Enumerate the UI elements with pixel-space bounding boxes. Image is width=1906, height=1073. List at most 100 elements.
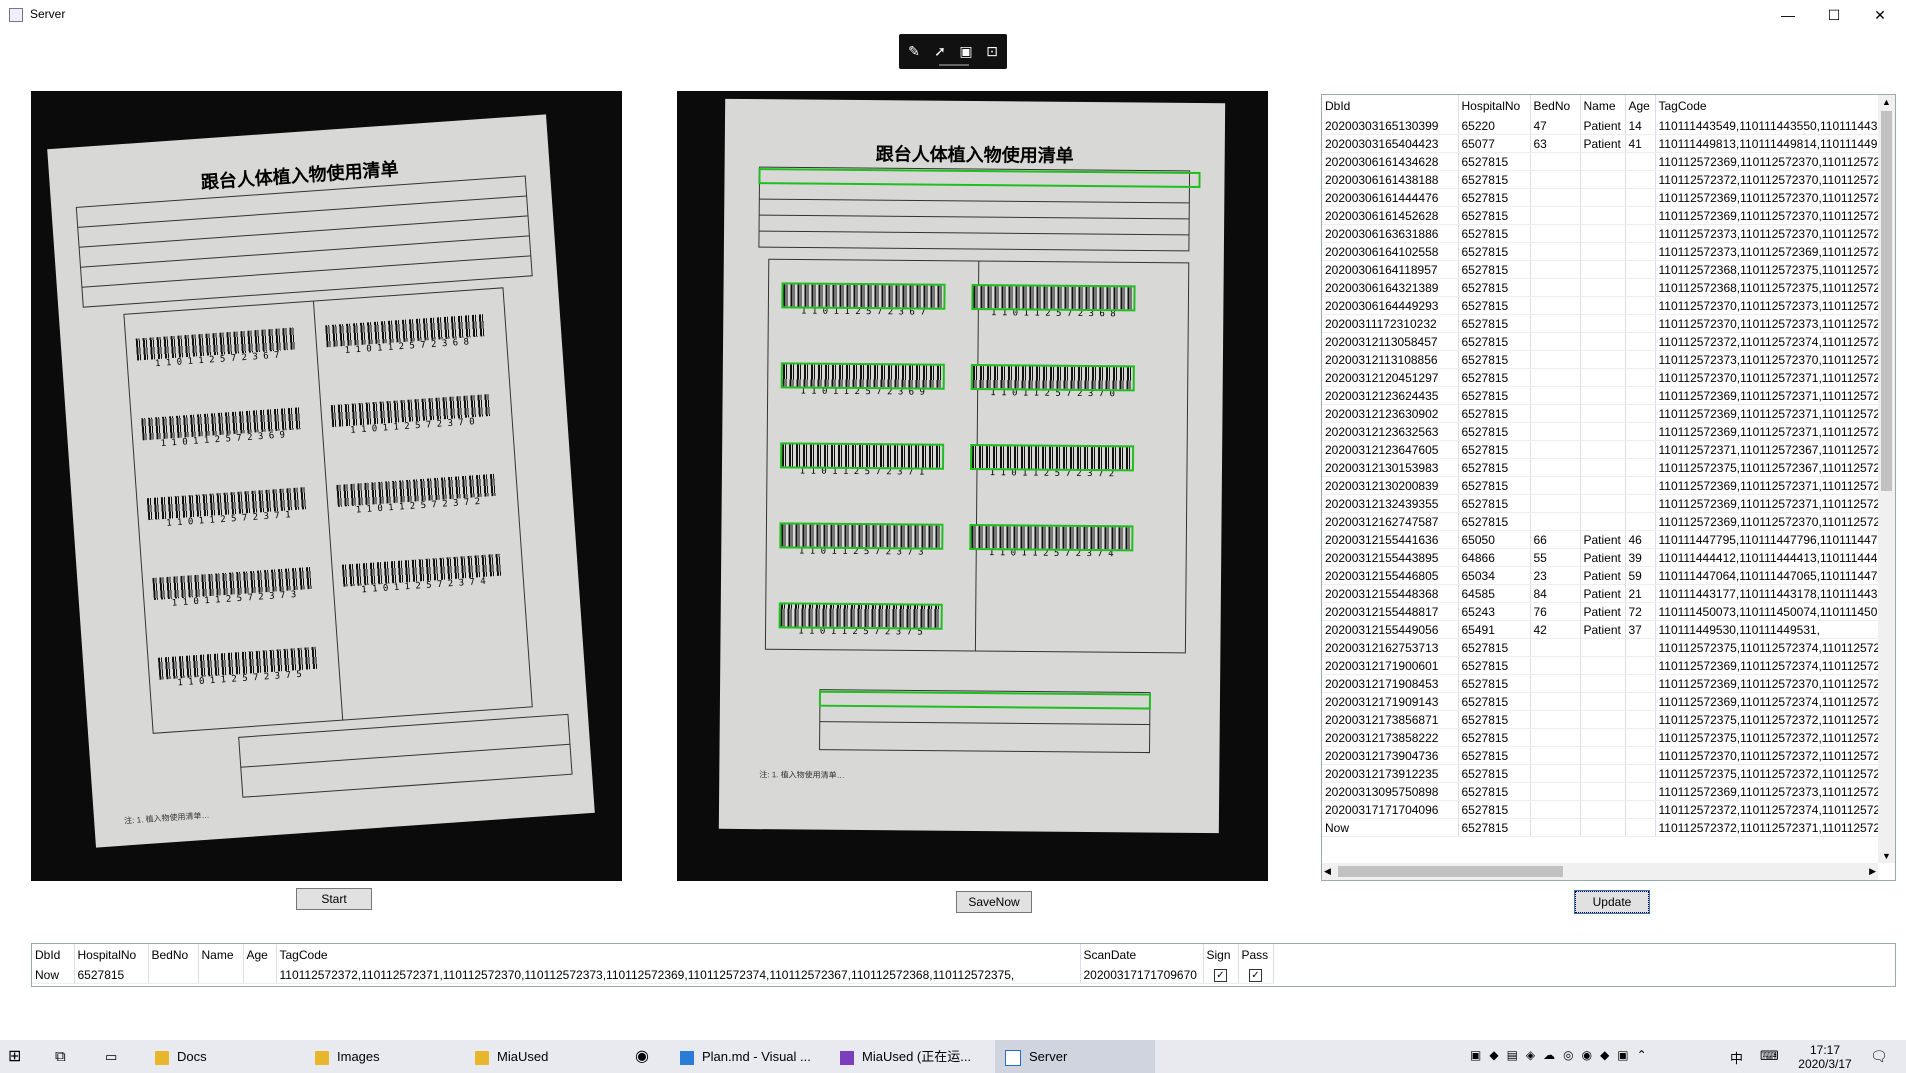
table-row[interactable]: 20200312162753713 6527815 110112572375,110… (1322, 638, 1886, 657)
table-cell[interactable]: 20200312155441636 (1322, 530, 1459, 549)
table-cell[interactable] (1580, 368, 1626, 387)
table-cell[interactable]: 20200303165404423 (1322, 134, 1459, 153)
table-cell[interactable]: 110112572369,110112572374,110112572 (1655, 692, 1886, 711)
table-cell[interactable] (1530, 422, 1581, 441)
column-header[interactable]: BedNo (148, 944, 199, 966)
table-cell[interactable]: 6527815 (1458, 728, 1531, 747)
table-cell[interactable]: 55 (1530, 548, 1581, 567)
start-button[interactable]: Start (296, 888, 372, 910)
table-cell[interactable]: 23 (1530, 566, 1581, 585)
table-cell[interactable] (1530, 512, 1581, 531)
table-cell[interactable] (1530, 458, 1581, 477)
table-cell[interactable]: 47 (1530, 117, 1581, 135)
table-row[interactable]: 20200312123630902 6527815 110112572369,110… (1322, 404, 1886, 423)
table-cell[interactable]: 110112572375,110112572367,110112572 (1655, 458, 1886, 477)
table-cell[interactable] (1625, 818, 1656, 837)
table-row[interactable]: 20200312123647605 6527815 110112572371,110… (1322, 440, 1886, 459)
table-cell[interactable]: 20200312173856871 (1322, 710, 1459, 729)
column-header[interactable]: ScanDate (1080, 944, 1204, 966)
table-cell[interactable] (1580, 350, 1626, 369)
table-cell[interactable] (1530, 152, 1581, 171)
table-cell[interactable] (1580, 818, 1626, 837)
table-row[interactable]: 20200306164102558 6527815 110112572373,110… (1322, 242, 1886, 261)
taskbar-item-docs[interactable]: Docs (155, 1040, 207, 1073)
table-row[interactable]: 20200306163631886 6527815 110112572373,110… (1322, 224, 1886, 243)
cell-tag-code[interactable]: 110112572372,110112572371,110112572370,1… (276, 966, 1081, 984)
table-cell[interactable]: 41 (1625, 134, 1656, 153)
table-row[interactable]: 20200312171909143 6527815 110112572369,110… (1322, 692, 1886, 711)
table-cell[interactable]: 59 (1625, 566, 1656, 585)
table-cell[interactable]: 110112572375,110112572372,110112572 (1655, 764, 1886, 783)
table-cell[interactable] (1530, 260, 1581, 279)
table-cell[interactable] (1625, 710, 1656, 729)
table-row[interactable]: 20200312162747587 6527815 110112572369,110… (1322, 512, 1886, 531)
pass-checkbox[interactable]: ✓ (1249, 969, 1262, 982)
table-cell[interactable]: 110112572372,110112572371,110112572 (1655, 818, 1886, 837)
minimize-button[interactable]: — (1765, 0, 1811, 30)
table-cell[interactable]: 20200306164102558 (1322, 242, 1459, 261)
table-cell[interactable]: 6527815 (1458, 296, 1531, 315)
table-cell[interactable]: 6527815 (1458, 206, 1531, 225)
table-cell[interactable]: Patient (1580, 584, 1626, 603)
table-cell[interactable]: 66 (1530, 530, 1581, 549)
table-cell[interactable]: 6527815 (1458, 332, 1531, 351)
table-cell[interactable] (1530, 728, 1581, 747)
table-cell[interactable]: 110111447064,110111447065,110111447 (1655, 566, 1886, 585)
table-cell[interactable]: 20200311172310232 (1322, 314, 1459, 333)
update-button[interactable]: Update (1574, 890, 1650, 914)
table-cell[interactable] (1580, 638, 1626, 657)
table-row[interactable]: 20200312113058457 6527815 110112572372,110… (1322, 332, 1886, 351)
table-cell[interactable]: 64866 (1458, 548, 1531, 567)
table-cell[interactable]: 110112572372,110112572370,110112572 (1655, 170, 1886, 189)
table-cell[interactable] (1625, 494, 1656, 513)
table-row[interactable]: 20200306161444476 6527815 110112572369,110… (1322, 188, 1886, 207)
table-cell[interactable] (1625, 440, 1656, 459)
table-cell[interactable] (1530, 710, 1581, 729)
table-row[interactable]: 20200312173858222 6527815 110112572375,110… (1322, 728, 1886, 747)
table-cell[interactable]: 110112572375,110112572372,110112572 (1655, 710, 1886, 729)
table-cell[interactable] (1580, 800, 1626, 819)
table-cell[interactable]: 110112572370,110112572371,110112572 (1655, 368, 1886, 387)
table-cell[interactable]: 110112572368,110112572375,110112572 (1655, 278, 1886, 297)
table-cell[interactable]: 110111449813,110111449814,110111449 (1655, 134, 1886, 153)
table-cell[interactable] (1530, 746, 1581, 765)
table-cell[interactable] (1625, 404, 1656, 423)
table-cell[interactable] (1530, 440, 1581, 459)
table-cell[interactable] (1625, 476, 1656, 495)
table-cell[interactable]: 20200312123647605 (1322, 440, 1459, 459)
table-row[interactable]: 20200303165404423 65077 63 Patient 41 1101114… (1322, 134, 1886, 153)
table-cell[interactable]: 76 (1530, 602, 1581, 621)
table-cell[interactable] (1580, 242, 1626, 261)
table-cell[interactable] (1530, 692, 1581, 711)
table-cell[interactable]: 6527815 (1458, 422, 1531, 441)
table-cell[interactable]: 6527815 (1458, 692, 1531, 711)
table-cell[interactable]: 110112572371,110112572367,110112572 (1655, 440, 1886, 459)
table-cell[interactable] (1580, 782, 1626, 801)
table-cell[interactable]: 110112572368,110112572375,110112572 (1655, 260, 1886, 279)
table-row[interactable]: 20200312173904736 6527815 110112572370,110… (1322, 746, 1886, 765)
table-cell[interactable]: 20200312123632563 (1322, 422, 1459, 441)
table-cell[interactable]: 110111443177,110111443178,110111443 (1655, 584, 1886, 603)
table-cell[interactable]: 21 (1625, 584, 1656, 603)
sign-checkbox[interactable]: ✓ (1214, 969, 1227, 982)
cell-hospital-no[interactable]: 6527815 (74, 966, 149, 984)
column-header[interactable]: Age (1625, 95, 1656, 117)
table-row[interactable]: 20200313095750898 6527815 110112572369,110… (1322, 782, 1886, 801)
table-cell[interactable]: 20200306164449293 (1322, 296, 1459, 315)
table-cell[interactable] (1580, 206, 1626, 225)
column-header[interactable]: TagCode (1655, 95, 1886, 117)
table-cell[interactable] (1625, 170, 1656, 189)
table-cell[interactable]: 20200306161438188 (1322, 170, 1459, 189)
table-cell[interactable]: Now (1322, 818, 1459, 837)
table-cell[interactable] (1530, 494, 1581, 513)
table-row[interactable]: 20200306164321389 6527815 110112572368,110… (1322, 278, 1886, 297)
scroll-left-icon[interactable]: ◀ (1324, 863, 1331, 880)
table-row[interactable]: 20200312171908453 6527815 110112572369,110… (1322, 674, 1886, 693)
table-cell[interactable] (1530, 242, 1581, 261)
table-cell[interactable] (1580, 710, 1626, 729)
table-cell[interactable]: 6527815 (1458, 656, 1531, 675)
table-cell[interactable] (1530, 332, 1581, 351)
table-row[interactable]: 20200312155448817 65243 76 Patient 72 1101114… (1322, 602, 1886, 621)
taskbar-item-visual-studio[interactable]: MiaUsed (正在运... (840, 1040, 971, 1073)
table-cell[interactable]: 110111444412,110111444413,110111444 (1655, 548, 1886, 567)
